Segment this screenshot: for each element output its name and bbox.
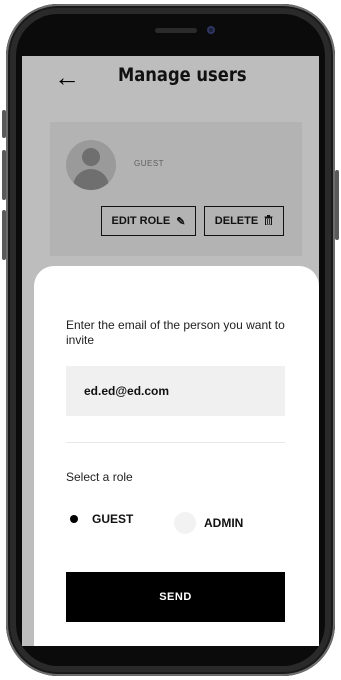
speaker-grille — [155, 28, 197, 33]
invite-prompt: Enter the email of the person you want t… — [66, 318, 285, 347]
invite-sheet: Enter the email of the person you want t… — [34, 266, 319, 646]
edit-role-label: EDIT ROLE — [111, 215, 171, 227]
edit-role-button[interactable]: EDIT ROLE ✎ — [101, 206, 196, 236]
radio-guest[interactable]: GUEST — [70, 512, 133, 526]
radio-admin-label: ADMIN — [204, 516, 244, 530]
trash-icon — [264, 214, 273, 228]
pencil-icon: ✎ — [176, 215, 186, 228]
volume-button — [2, 210, 6, 260]
user-role-label: GUEST — [134, 159, 165, 168]
power-button — [335, 170, 339, 240]
send-button[interactable]: SEND — [66, 572, 285, 622]
delete-label: DELETE — [214, 215, 259, 227]
avatar — [66, 140, 116, 190]
phone-notch — [120, 16, 226, 52]
volume-button — [2, 110, 6, 138]
radio-unselected-icon — [174, 512, 196, 534]
email-value: ed.ed@ed.com — [84, 384, 170, 398]
page-title: Manage users — [118, 64, 247, 86]
radio-admin[interactable]: ADMIN — [174, 512, 243, 534]
role-prompt: Select a role — [66, 470, 133, 484]
camera-icon — [207, 26, 215, 34]
arrow-left-icon[interactable]: ← — [54, 64, 80, 90]
radio-guest-label: GUEST — [92, 512, 134, 526]
email-field[interactable]: ed.ed@ed.com — [66, 366, 285, 416]
delete-button[interactable]: DELETE — [204, 206, 284, 236]
volume-button — [2, 150, 6, 200]
user-card: GUEST EDIT ROLE ✎ DELETE — [50, 122, 302, 256]
radio-selected-icon — [70, 515, 78, 523]
divider — [66, 442, 285, 443]
app-screen: ← Manage users GUEST EDIT ROLE ✎ DELETE — [22, 56, 319, 646]
header: ← Manage users — [22, 56, 319, 106]
